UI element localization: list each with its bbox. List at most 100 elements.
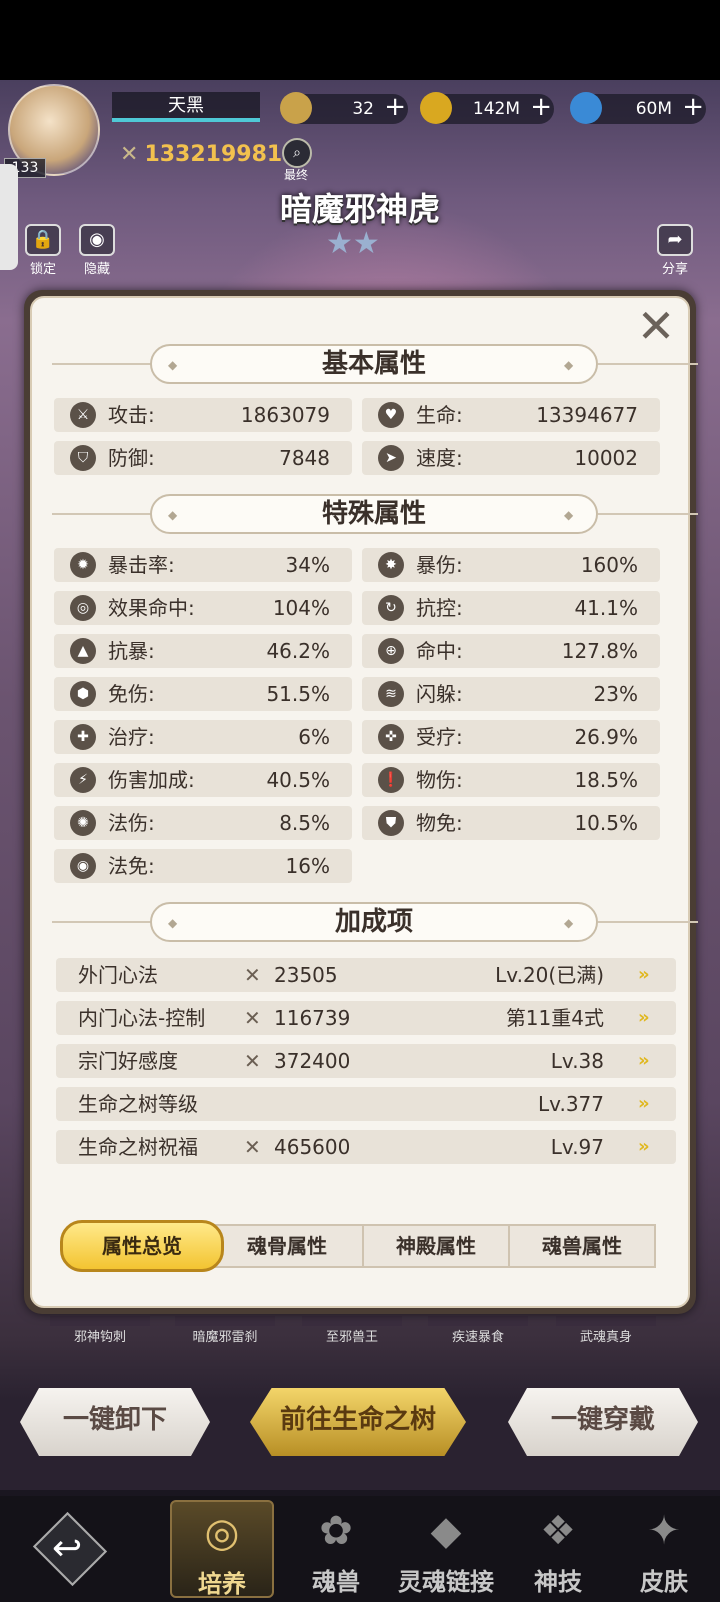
double-chevron-icon[interactable]: » bbox=[638, 1007, 660, 1029]
lock-button[interactable]: 🔒 锁定 bbox=[20, 224, 66, 277]
damage-bonus-icon: ⚡ bbox=[70, 767, 96, 793]
crit-rate-icon: ✹ bbox=[70, 552, 96, 578]
bonus-row[interactable]: 生命之树祝福 ✕ 465600 Lv.97 » bbox=[56, 1130, 676, 1164]
stat-speed: ➤ 速度: 10002 bbox=[362, 441, 660, 475]
stat-label: 受疗: bbox=[416, 725, 463, 749]
stat-physical-damage: ❗ 物伤: 18.5% bbox=[362, 763, 660, 797]
stat-label: 效果命中: bbox=[108, 596, 195, 620]
crit-damage-icon: ✸ bbox=[378, 552, 404, 578]
resource-coin-value: 32 bbox=[352, 99, 374, 119]
crit-resist-icon: ▲ bbox=[70, 638, 96, 664]
double-chevron-icon[interactable]: » bbox=[638, 1136, 660, 1158]
stat-value: 10.5% bbox=[574, 811, 638, 835]
hide-button[interactable]: ◉ 隐藏 bbox=[74, 224, 120, 277]
skill-label: 至邪兽王 bbox=[325, 1330, 378, 1345]
add-gold-button[interactable]: + bbox=[530, 92, 552, 122]
stat-value: 26.9% bbox=[574, 725, 638, 749]
go-tree-of-life-button[interactable]: 前往生命之树 bbox=[250, 1388, 466, 1456]
stat-value: 7848 bbox=[279, 446, 330, 470]
stat-label: 物免: bbox=[416, 811, 463, 835]
bonus-row[interactable]: 宗门好感度 ✕ 372400 Lv.38 » bbox=[56, 1044, 676, 1078]
equip-all-button[interactable]: 一键穿戴 bbox=[508, 1388, 698, 1456]
stat-value: 127.8% bbox=[561, 639, 638, 663]
stat-label: 抗暴: bbox=[108, 639, 155, 663]
nav-label: 皮肤 bbox=[640, 1568, 688, 1596]
double-chevron-icon[interactable]: » bbox=[638, 1093, 660, 1115]
power-icon: ✕ bbox=[244, 963, 261, 987]
stat-crit-damage: ✸ 暴伤: 160% bbox=[362, 548, 660, 582]
attribute-tabs: 属性总览 魂骨属性 神殿属性 魂兽属性 bbox=[60, 1220, 656, 1272]
add-coin-button[interactable]: + bbox=[384, 92, 406, 122]
resource-gold-value: 142M bbox=[472, 99, 520, 119]
stat-value: 23% bbox=[593, 682, 638, 706]
add-potion-button[interactable]: + bbox=[682, 92, 704, 122]
skin-icon: ✦ bbox=[647, 1508, 681, 1554]
stat-label: 免伤: bbox=[108, 682, 155, 706]
tab-attribute-overview[interactable]: 属性总览 bbox=[60, 1220, 224, 1272]
stat-label: 法伤: bbox=[108, 811, 155, 835]
section-header-basic: 基本属性 ◆ ◆ bbox=[52, 342, 698, 386]
stat-value: 10002 bbox=[574, 446, 638, 470]
bonus-row[interactable]: 生命之树等级 Lv.377 » bbox=[56, 1087, 676, 1121]
section-title: 基本属性 bbox=[150, 344, 598, 384]
skill-slot[interactable]: 暗魔邪雷刹 bbox=[175, 1316, 275, 1345]
divine-skill-icon: ❖ bbox=[540, 1508, 576, 1554]
side-panel-handle[interactable] bbox=[0, 164, 18, 270]
bonus-level: Lv.20(已满) bbox=[495, 963, 604, 987]
nav-label: 灵魂链接 bbox=[398, 1568, 494, 1596]
share-button[interactable]: ➦ 分享 bbox=[652, 224, 698, 277]
bonus-power: 465600 bbox=[274, 1135, 351, 1159]
stat-value: 18.5% bbox=[574, 768, 638, 792]
nav-soul-beast[interactable]: ✿ 魂兽 bbox=[284, 1500, 388, 1598]
bonus-label: 宗门好感度 bbox=[78, 1049, 178, 1073]
stat-heal: ✚ 治疗: 6% bbox=[54, 720, 352, 754]
player-name: 天黑 bbox=[112, 92, 260, 122]
skill-slot[interactable]: 武魂真身 bbox=[556, 1316, 656, 1345]
hero-stars: ★★ bbox=[326, 226, 380, 261]
double-chevron-icon[interactable]: » bbox=[638, 1050, 660, 1072]
stat-value: 6% bbox=[298, 725, 330, 749]
stat-label: 闪躲: bbox=[416, 682, 463, 706]
skill-slot[interactable]: 疾速暴食 bbox=[428, 1316, 528, 1345]
unequip-all-button[interactable]: 一键卸下 bbox=[20, 1388, 210, 1456]
nav-divine-skill[interactable]: ❖ 神技 bbox=[506, 1500, 610, 1598]
power-icon: ✕ bbox=[244, 1135, 261, 1159]
nav-label: 神技 bbox=[534, 1568, 582, 1596]
hide-label: 隐藏 bbox=[83, 262, 110, 277]
stat-value: 16% bbox=[285, 854, 330, 878]
bonus-power: 23505 bbox=[274, 963, 338, 987]
potion-icon bbox=[570, 92, 602, 124]
stat-hit: ⊕ 命中: 127.8% bbox=[362, 634, 660, 668]
stat-value: 34% bbox=[285, 553, 330, 577]
nav-label: 培养 bbox=[198, 1570, 246, 1598]
resource-potion-value: 60M bbox=[635, 99, 672, 119]
stat-crit-resist: ▲ 抗暴: 46.2% bbox=[54, 634, 352, 668]
nav-soul-link[interactable]: ◆ 灵魂链接 bbox=[388, 1500, 504, 1598]
bonus-row[interactable]: 外门心法 ✕ 23505 Lv.20(已满) » bbox=[56, 958, 676, 992]
tab-soul-beast[interactable]: 魂兽属性 bbox=[508, 1224, 656, 1268]
double-chevron-icon[interactable]: » bbox=[638, 964, 660, 986]
bonus-level: Lv.97 bbox=[550, 1135, 604, 1159]
power-icon: ✕ bbox=[120, 142, 139, 167]
skill-label: 疾速暴食 bbox=[451, 1330, 504, 1345]
search-label: 最终 bbox=[284, 168, 309, 182]
nav-skin[interactable]: ✦ 皮肤 bbox=[612, 1500, 716, 1598]
search-icon[interactable]: ⌕ bbox=[282, 138, 312, 168]
stat-label: 生命: bbox=[416, 403, 463, 427]
lock-icon: 🔒 bbox=[25, 224, 61, 256]
effect-hit-icon: ◎ bbox=[70, 595, 96, 621]
skill-slot[interactable]: 至邪兽王 bbox=[302, 1316, 402, 1345]
stat-label: 暴伤: bbox=[416, 553, 463, 577]
tab-temple[interactable]: 神殿属性 bbox=[362, 1224, 510, 1268]
bonus-row[interactable]: 内门心法-控制 ✕ 116739 第11重4式 » bbox=[56, 1001, 676, 1035]
skill-label: 暗魔邪雷刹 bbox=[192, 1330, 258, 1345]
tab-soul-bone[interactable]: 魂骨属性 bbox=[210, 1224, 364, 1268]
skill-slot[interactable]: 邪神钩刺 bbox=[50, 1316, 150, 1345]
cultivate-icon: ◎ bbox=[204, 1510, 240, 1556]
power-icon: ✕ bbox=[244, 1006, 261, 1030]
nav-cultivate[interactable]: ◎ 培养 bbox=[170, 1500, 274, 1598]
bonus-level: 第11重4式 bbox=[505, 1006, 604, 1030]
stat-hp: ♥ 生命: 13394677 bbox=[362, 398, 660, 432]
dodge-icon: ≋ bbox=[378, 681, 404, 707]
stat-label: 抗控: bbox=[416, 596, 463, 620]
